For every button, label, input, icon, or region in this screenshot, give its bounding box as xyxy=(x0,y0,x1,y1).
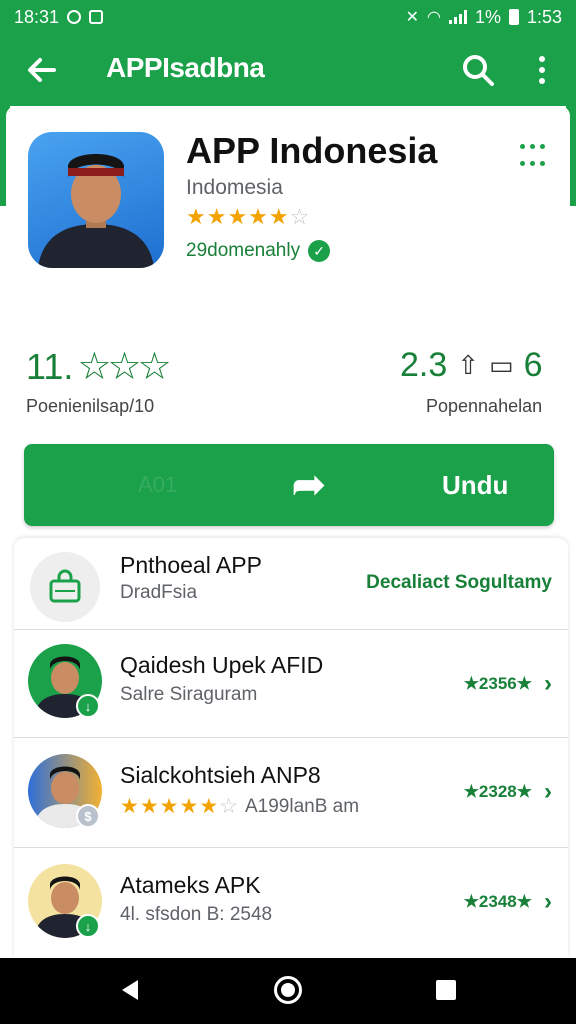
verified-check-icon: ✓ xyxy=(308,240,331,262)
empty-star-icon: ☆ xyxy=(219,795,239,818)
related-apps-list: Pnthoeal APP DradFsia Decaliact Sogultam… xyxy=(14,538,568,958)
arrow-icon: ➦ xyxy=(292,463,326,507)
app-bar-title: APPIsadbna xyxy=(106,52,265,83)
list-item-meta-text: ★2356★ xyxy=(463,674,532,693)
pending-badge-icon: $ xyxy=(76,804,100,828)
chevron-right-icon[interactable]: › xyxy=(544,778,552,806)
status-time-left: 18:31 xyxy=(14,6,60,27)
empty-star-icon: ☆ xyxy=(289,204,311,229)
list-item-title: Atameks APK xyxy=(120,872,261,898)
list-item-subtitle: DradFsia xyxy=(120,582,198,603)
list-item[interactable]: ↓ Atameks APK 4l. sfsdon B: 2548 ★2348★ … xyxy=(14,848,568,958)
list-item-subtitle: 4l. sfsdon B: 2548 xyxy=(120,904,273,925)
install-button-label: Undu xyxy=(442,470,509,500)
box-icon: ▭ xyxy=(489,350,514,380)
more-options-icon[interactable] xyxy=(526,50,558,90)
chevron-right-icon[interactable]: › xyxy=(544,888,552,916)
status-bar: 18:31 ✕ ◠ 1% 1:53 xyxy=(0,0,576,34)
rating-value: 11. xyxy=(26,345,74,387)
star-icon: ★★★★ xyxy=(120,795,200,818)
mute-icon: ✕ xyxy=(405,9,419,26)
install-button[interactable]: A01 ➦ Undu xyxy=(24,444,554,526)
share-icon: ⇧ xyxy=(457,350,480,380)
list-item-subtitle: A199lanB am xyxy=(244,795,360,817)
install-button-ghost-text: A01 xyxy=(138,472,178,497)
app-menu-icon[interactable] xyxy=(520,144,552,174)
developer-name[interactable]: Indomesia xyxy=(186,176,283,200)
list-item-meta-text: ★2348★ xyxy=(463,892,532,911)
list-item-title: Qaidesh Upek AFID xyxy=(120,652,324,678)
list-item[interactable]: $ Sialckohtsieh ANP8 ★★★★★☆ A199lanB am … xyxy=(14,738,568,848)
download-badge-icon: ↓ xyxy=(76,914,100,938)
app-rating-stars: ★★★★★☆ xyxy=(186,204,310,230)
list-item-title: Sialckohtsieh ANP8 xyxy=(120,762,321,788)
list-item-subtitle-row: ★★★★★☆ A199lanB am xyxy=(120,794,359,819)
installs-info: 29domenahly ✓ xyxy=(186,240,331,262)
battery-percent: 1% xyxy=(474,6,501,27)
status-time-right: 1:53 xyxy=(526,6,562,27)
app-name: APP Indonesia xyxy=(186,130,438,171)
list-item-meta: ★2356★ › xyxy=(464,670,552,698)
back-arrow-icon[interactable] xyxy=(22,50,62,90)
nav-back-icon[interactable] xyxy=(118,978,142,1002)
download-value: 2.3 xyxy=(400,346,448,384)
system-nav-bar xyxy=(0,958,576,1024)
download-suffix: 6 xyxy=(523,346,543,384)
search-icon[interactable] xyxy=(458,50,498,90)
app-icon[interactable] xyxy=(28,132,164,268)
sync-icon xyxy=(67,10,82,24)
list-item-title: Pnthoeal APP xyxy=(120,552,262,578)
signal-icon xyxy=(448,10,467,24)
half-star-icon: ★ xyxy=(199,795,220,818)
download-label: Popennahelan xyxy=(426,396,543,416)
list-item-meta-text: ★2328★ xyxy=(463,782,532,801)
shopping-bag-icon xyxy=(30,552,100,622)
chevron-right-icon[interactable]: › xyxy=(544,670,552,698)
rating-stat: 11. ☆☆☆ xyxy=(26,344,172,389)
battery-icon xyxy=(508,9,519,25)
nav-recents-icon[interactable] xyxy=(436,980,456,1000)
list-item-meta: ★2348★ › xyxy=(464,888,552,916)
nav-home-icon[interactable] xyxy=(274,976,302,1004)
list-item-action[interactable]: Decaliact Sogultamy xyxy=(366,572,552,594)
wifi-icon: ◠ xyxy=(426,9,441,26)
installs-text: 29domenahly xyxy=(186,240,301,261)
notification-icon xyxy=(89,10,104,24)
rating-stars-outline-icon: ☆☆☆ xyxy=(77,346,171,388)
list-item-meta: ★2328★ › xyxy=(464,778,552,806)
download-stat: 2.3 ⇧ ▭ 6 xyxy=(400,346,543,385)
star-icon: ★★★★ xyxy=(186,204,269,229)
list-item[interactable]: ↓ Qaidesh Upek AFID Salre Siraguram ★235… xyxy=(14,630,568,738)
half-star-icon: ★ xyxy=(268,204,290,229)
list-item-subtitle: Salre Siraguram xyxy=(120,684,258,705)
list-item[interactable]: Pnthoeal APP DradFsia Decaliact Sogultam… xyxy=(14,538,568,630)
rating-label: Poenienilsap/10 xyxy=(26,396,155,416)
download-badge-icon: ↓ xyxy=(76,694,100,718)
list-item-rating-stars: ★★★★★☆ xyxy=(120,794,239,819)
app-bar: APPIsadbna xyxy=(0,34,576,106)
